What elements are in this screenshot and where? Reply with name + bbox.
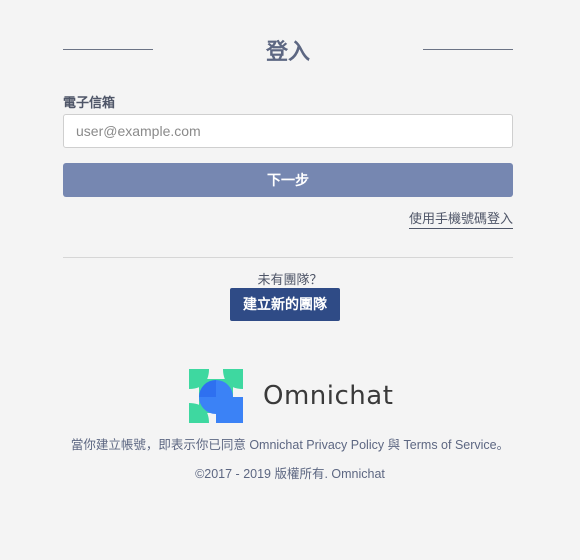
agreement-prefix: 當你建立帳號，即表示你已同意 Omnichat xyxy=(70,438,307,452)
title-divider-right xyxy=(423,49,513,50)
section-divider xyxy=(63,257,513,258)
copyright-text: ©2017 - 2019 版權所有. Omnichat xyxy=(195,467,385,481)
no-team-text: 未有團隊？ xyxy=(257,272,323,287)
login-title-row: 登入 xyxy=(63,32,513,68)
omnichat-logo-icon xyxy=(189,369,243,423)
next-button[interactable]: 下一步 xyxy=(63,163,513,197)
email-label: 電子信箱 xyxy=(63,95,116,110)
brand-name: Omnichat xyxy=(263,381,394,411)
agreement-suffix: 。 xyxy=(496,438,510,452)
create-team-button[interactable]: 建立新的團隊 xyxy=(230,288,340,321)
phone-login-link[interactable]: 使用手機號碼登入 xyxy=(408,208,513,229)
privacy-policy-link[interactable]: Privacy Policy xyxy=(306,438,384,452)
agreement-and: 與 xyxy=(384,438,404,452)
omnichat-logo: Omnichat xyxy=(189,369,393,423)
terms-of-service-link[interactable]: Terms of Service xyxy=(404,438,497,452)
page-title: 登入 xyxy=(265,39,310,64)
email-input[interactable] xyxy=(63,114,513,148)
terms-agreement: 當你建立帳號，即表示你已同意 Omnichat Privacy Policy 與… xyxy=(0,434,580,453)
